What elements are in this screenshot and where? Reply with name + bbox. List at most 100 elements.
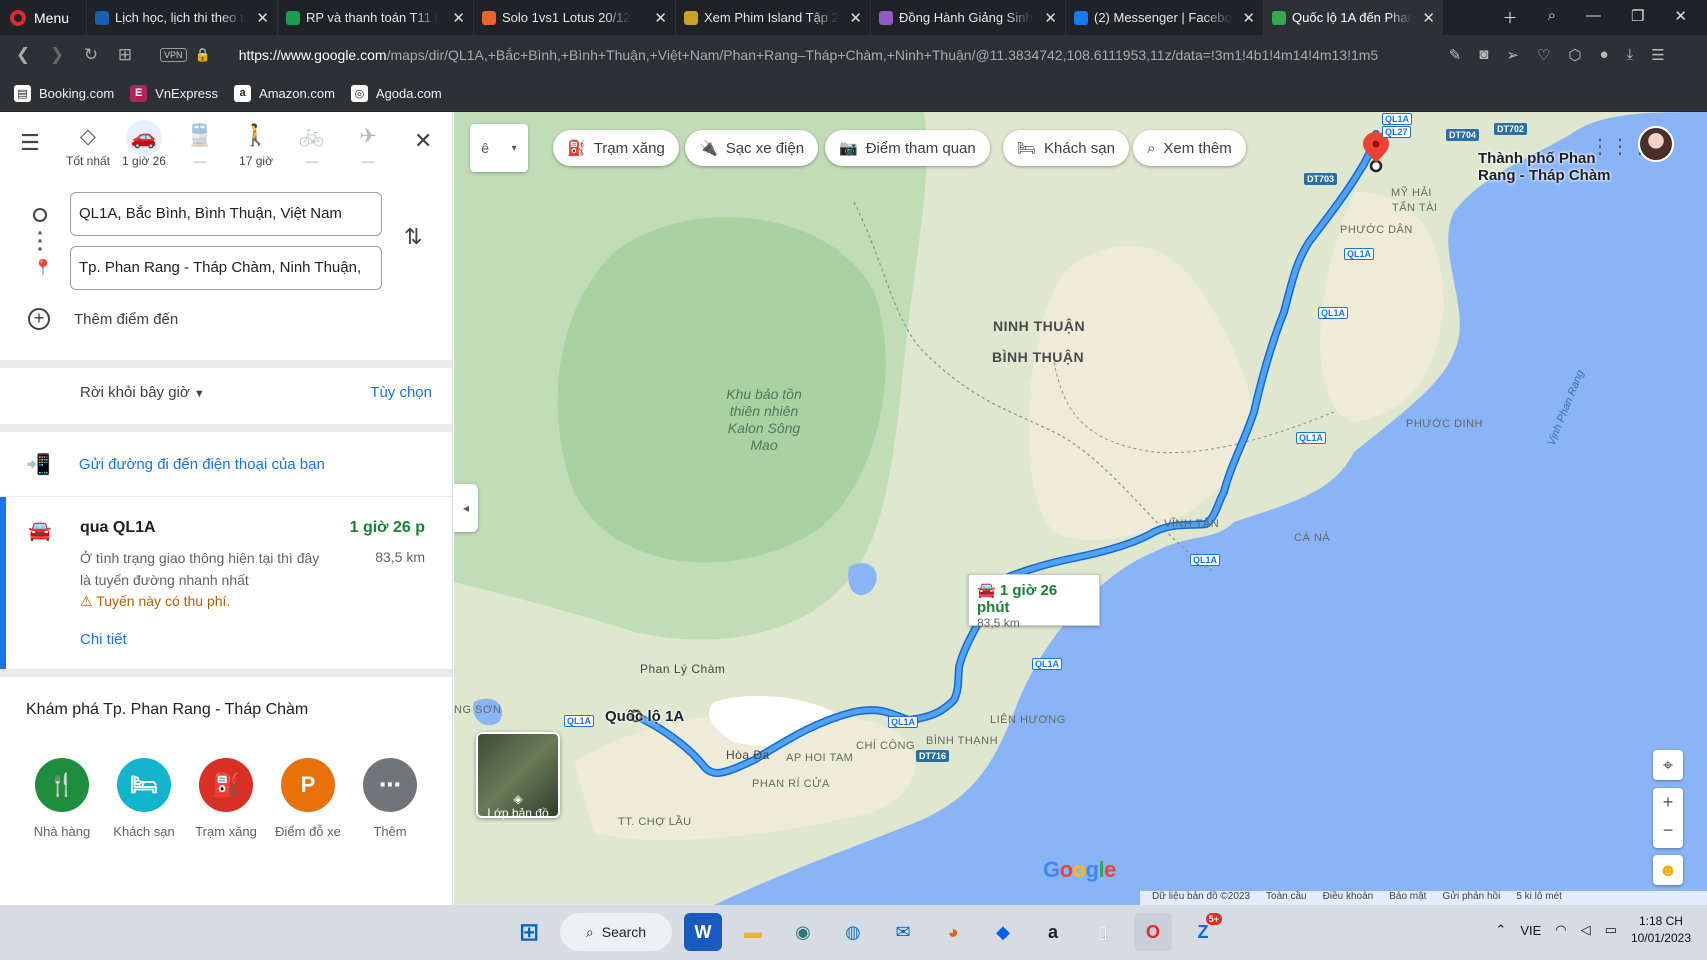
tab-close-icon[interactable]: ✕ xyxy=(1418,9,1435,27)
dropbox-icon[interactable]: ◆ xyxy=(984,913,1022,951)
tab-close-icon[interactable]: ✕ xyxy=(845,9,862,27)
tab-close-icon[interactable]: ✕ xyxy=(252,9,269,27)
street-view-pegman[interactable]: ☻ xyxy=(1653,855,1683,885)
edit-icon[interactable]: ✎ xyxy=(1449,46,1462,64)
mode-driving[interactable]: 🚗 1 giờ 26 xyxy=(116,120,172,168)
tab-close-icon[interactable]: ✕ xyxy=(1238,9,1255,27)
clock[interactable]: 1:18 CH 10/01/2023 xyxy=(1631,913,1691,947)
origin-input[interactable]: QL1A, Bắc Bình, Bình Thuận, Việt Nam xyxy=(70,192,382,236)
close-window-button[interactable]: ✕ xyxy=(1674,7,1687,28)
route-card[interactable]: 🚘 qua QL1A 1 giờ 26 p 83,5 km Ở tình trạ… xyxy=(0,497,452,669)
add-destination-button[interactable]: + Thêm điểm đến xyxy=(28,308,178,330)
category-restaurants[interactable]: 🍴 Nhà hàng xyxy=(22,758,102,839)
zalo-icon[interactable]: Z 5+ xyxy=(1184,913,1222,951)
footer-link[interactable]: Bảo mật xyxy=(1389,891,1426,905)
collapse-panel-button[interactable]: ◂ xyxy=(454,484,478,532)
zoom-out-button[interactable]: − xyxy=(1653,816,1683,844)
mode-transit[interactable]: 🚆 — xyxy=(172,124,228,168)
new-tab-button[interactable]: ＋ xyxy=(1503,7,1518,28)
options-link[interactable]: Tùy chọn xyxy=(370,384,432,401)
user-avatar[interactable] xyxy=(1638,126,1674,162)
more-menu-icon[interactable]: ☰ xyxy=(1651,46,1664,64)
browser-tab[interactable]: Solo 1vs1 Lotus 20/12 ✕ xyxy=(473,0,675,35)
url-field[interactable]: https://www.google.com/maps/dir/QL1A,+Bắ… xyxy=(239,47,1429,63)
swap-icon[interactable]: ⇅ xyxy=(404,224,422,250)
map-canvas[interactable]: ê ▾ ⛽ Trạm xăng 🔌 Sạc xe điện 📷 Điểm tham qu… xyxy=(454,112,1707,905)
bookmark-amazon[interactable]: a Amazon.com xyxy=(234,84,335,102)
battery-icon[interactable]: ▭ xyxy=(1605,922,1617,938)
edge-icon[interactable]: ◍ xyxy=(834,913,872,951)
wifi-icon[interactable]: ◠ xyxy=(1555,922,1566,938)
language-indicator[interactable]: VIE xyxy=(1520,923,1541,938)
destination-input[interactable]: Tp. Phan Rang - Tháp Chàm, Ninh Thuận, xyxy=(70,246,382,290)
footer-link[interactable]: Điều khoản xyxy=(1323,891,1374,905)
amazon-icon[interactable]: a xyxy=(1034,913,1072,951)
category-parking[interactable]: P Điểm đỗ xe xyxy=(268,758,348,839)
chevron-up-icon[interactable]: ⌃ xyxy=(1495,922,1506,938)
leave-now-dropdown[interactable]: Rời khỏi bây giờ ▼ xyxy=(80,384,205,401)
volume-icon[interactable]: ◁ xyxy=(1581,922,1591,938)
browser-tab[interactable]: Xem Phim Island Tập 2 ✕ xyxy=(675,0,870,35)
firefox-icon[interactable]: ◕ xyxy=(934,913,972,951)
footer-link[interactable]: Toàn cầu xyxy=(1266,891,1307,905)
browser-tab[interactable]: RP và thanh toán T11 (✕ xyxy=(277,0,473,35)
cube-icon[interactable]: ⬡ xyxy=(1568,46,1581,64)
minimize-button[interactable]: — xyxy=(1586,7,1601,28)
mail-icon[interactable]: ✉ xyxy=(884,913,922,951)
route-duration-callout[interactable]: 🚘 1 giờ 26 phút 83,5 km xyxy=(968,574,1100,630)
origin-label[interactable]: Quốc lộ 1A xyxy=(605,708,684,725)
tab-close-icon[interactable]: ✕ xyxy=(650,9,667,27)
mode-cycling[interactable]: 🚲 — xyxy=(284,124,340,168)
profile-icon[interactable]: ● xyxy=(1599,46,1608,64)
bookmark-vnexpress[interactable]: E VnExpress xyxy=(130,84,218,102)
chip-hotels[interactable]: 🛏 Khách sạn xyxy=(1003,130,1129,166)
heart-icon[interactable]: ♡ xyxy=(1537,46,1550,64)
browser-tab[interactable]: Đồng Hành Giảng Sinh ✕ xyxy=(870,0,1065,35)
category-hotels[interactable]: 🛏 Khách sạn xyxy=(104,758,184,839)
chip-gas-stations[interactable]: ⛽ Trạm xăng xyxy=(553,130,679,166)
browser-tab[interactable]: Quốc lộ 1A đến Phan R✕ xyxy=(1263,0,1443,35)
chip-more[interactable]: ⌕ Xem thêm xyxy=(1133,130,1246,166)
start-button[interactable]: ⊞ xyxy=(510,913,548,951)
tab-close-icon[interactable]: ✕ xyxy=(1040,9,1057,27)
browser-tab[interactable]: (2) Messenger | Facebo ✕ xyxy=(1065,0,1263,35)
chip-attractions[interactable]: 📷 Điểm tham quan xyxy=(825,130,990,166)
my-location-button[interactable]: ⌖ xyxy=(1653,750,1683,780)
zoom-in-button[interactable]: + xyxy=(1653,788,1683,816)
category-more[interactable]: ⋯ Thêm xyxy=(350,758,430,839)
browser-tab[interactable]: Lịch học, lịch thi theo tu ✕ xyxy=(86,0,277,35)
notepad-icon[interactable]: ▯ xyxy=(1084,913,1122,951)
hamburger-menu-icon[interactable]: ☰ xyxy=(0,124,60,156)
file-explorer-icon[interactable]: ▬ xyxy=(734,913,772,951)
mode-walking[interactable]: 🚶 17 giờ xyxy=(228,124,284,168)
profile-app-icon[interactable]: ◉ xyxy=(784,913,822,951)
send-to-phone-link[interactable]: 📲 Gửi đường đi đến điện thoại của bạn xyxy=(26,452,325,477)
search-tabs-icon[interactable]: ⌕ xyxy=(1548,7,1556,28)
tab-close-icon[interactable]: ✕ xyxy=(448,9,465,27)
destination-label[interactable]: Thành phố Phan Rang - Tháp Chàm xyxy=(1478,150,1618,184)
map-layers-button[interactable]: ◈ Lớp bản đồ xyxy=(476,732,560,820)
lock-icon[interactable]: 🔒 xyxy=(195,47,211,63)
camera-icon[interactable]: ◙ xyxy=(1479,46,1488,64)
details-link[interactable]: Chi tiết xyxy=(80,631,127,648)
download-icon[interactable]: ⤓ xyxy=(1627,46,1634,64)
opera-taskbar-icon[interactable]: O xyxy=(1134,913,1172,951)
word-icon[interactable]: W xyxy=(684,913,722,951)
tab-grid-icon[interactable]: ⊞ xyxy=(108,45,142,65)
mode-best[interactable]: ◇ Tốt nhất xyxy=(60,124,116,168)
taskbar-search[interactable]: ⌕ Search xyxy=(560,913,672,951)
back-button[interactable]: ❮ xyxy=(6,45,40,65)
vpn-badge[interactable]: VPN xyxy=(160,48,187,62)
bookmark-agoda[interactable]: ◎ Agoda.com xyxy=(350,84,442,102)
close-directions-icon[interactable]: ✕ xyxy=(414,124,432,154)
destination-marker[interactable] xyxy=(1369,159,1383,173)
bookmark-booking[interactable]: ▤ Booking.com xyxy=(14,84,114,102)
category-gas[interactable]: ⛽ Trạm xăng xyxy=(186,758,266,839)
restore-button[interactable]: ❐ xyxy=(1631,7,1644,28)
forward-button[interactable]: ❯ xyxy=(40,45,74,65)
scale-label[interactable]: 5 ki lô mét xyxy=(1516,891,1562,905)
mode-flight[interactable]: ✈ — xyxy=(340,124,396,168)
chip-ev-charging[interactable]: 🔌 Sạc xe điện xyxy=(685,130,819,166)
layer-language-toggle[interactable]: ê ▾ xyxy=(470,124,528,172)
send-icon[interactable]: ➢ xyxy=(1506,46,1519,64)
